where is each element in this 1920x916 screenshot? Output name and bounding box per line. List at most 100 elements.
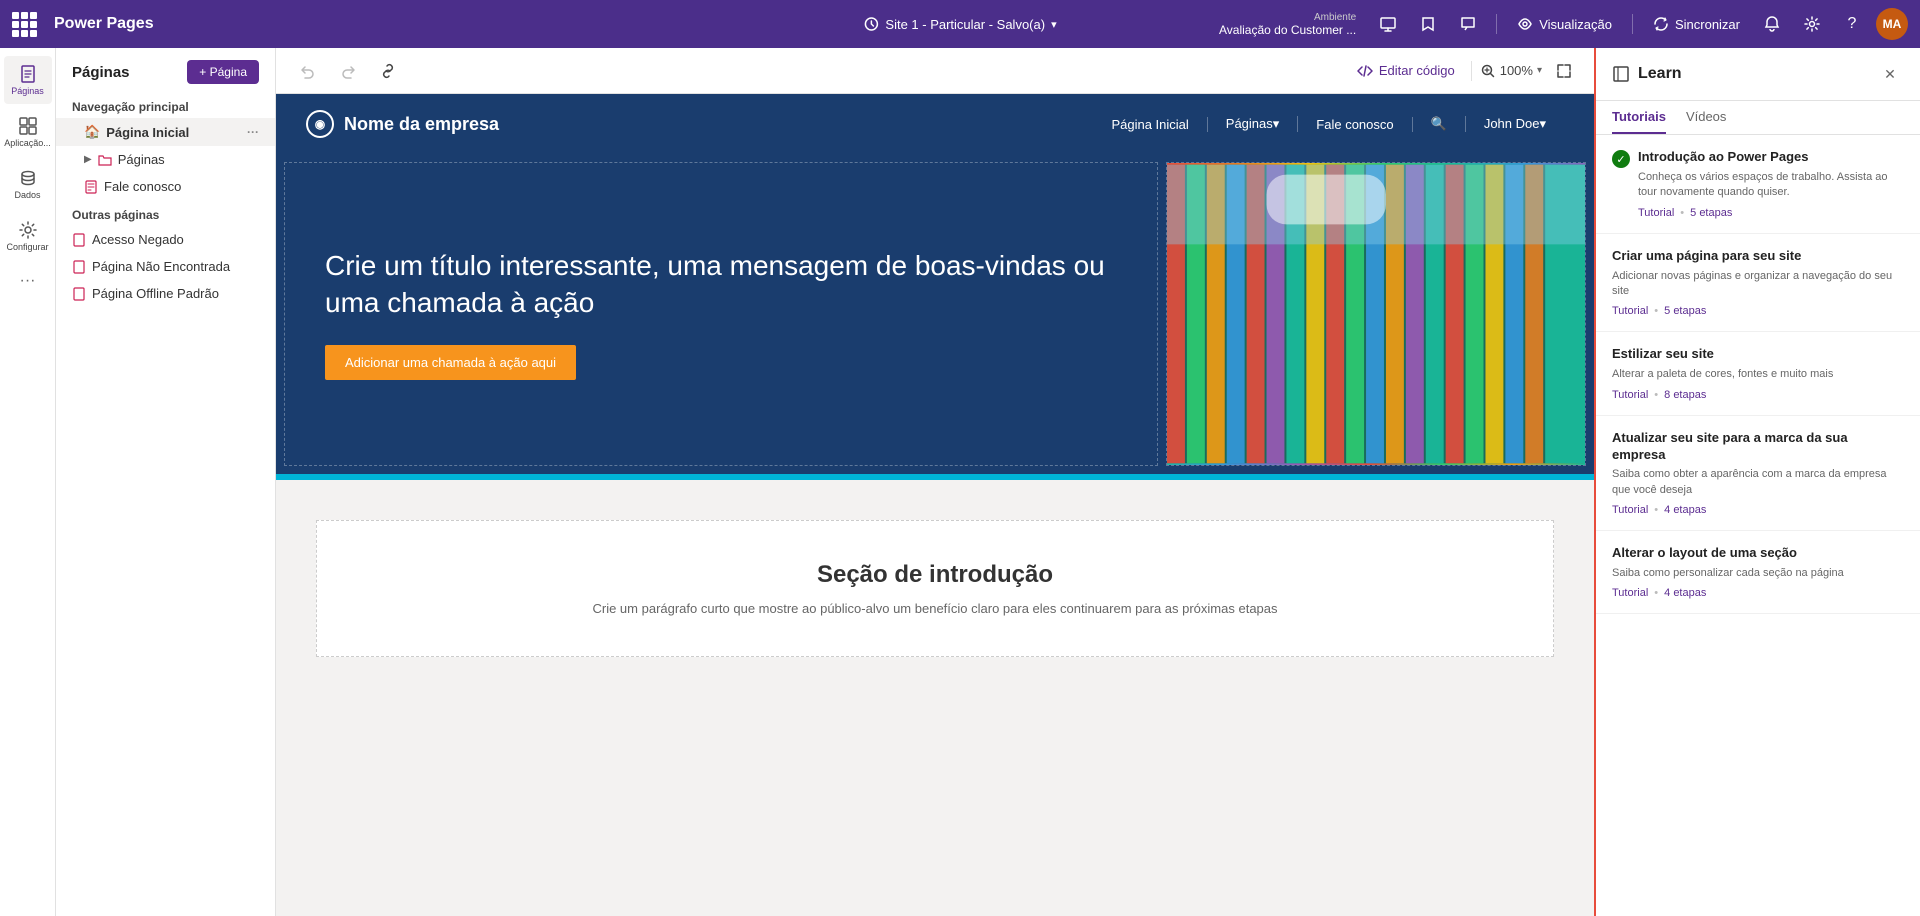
nav-item-label-offline-padrao: Página Offline Padrão	[92, 286, 219, 301]
nav-item-acesso-negado[interactable]: Acesso Negado	[56, 226, 275, 253]
sidebar-configure-label: Configurar	[6, 242, 48, 253]
folder-icon-paginas	[98, 153, 112, 167]
tutorial-meta-2: Tutorial • 8 etapas	[1612, 389, 1904, 401]
edit-code-label: Editar código	[1379, 63, 1455, 78]
tutorial-meta-3: Tutorial • 4 etapas	[1612, 504, 1904, 516]
preview-button[interactable]: Visualização	[1509, 12, 1620, 36]
tutorial-meta-1: Tutorial • 5 etapas	[1612, 305, 1904, 317]
hero-title: Crie um título interessante, uma mensage…	[325, 248, 1117, 321]
environment-info: Ambiente Avaliação do Customer ...	[1219, 12, 1356, 37]
home-icon: 🏠	[84, 124, 100, 140]
site-nav-link-user[interactable]: John Doe▾	[1466, 116, 1564, 132]
tutorial-item-2[interactable]: Estilizar seu site Alterar a paleta de c…	[1596, 332, 1920, 415]
site-nav-link-pages-label: Páginas▾	[1226, 116, 1280, 132]
intro-section[interactable]: Seção de introdução Crie um parágrafo cu…	[316, 520, 1554, 657]
settings-icon[interactable]	[1796, 8, 1828, 40]
notification-icon[interactable]	[1756, 8, 1788, 40]
site-logo-icon: ◉	[306, 110, 334, 138]
learn-tab-tutorials[interactable]: Tutoriais	[1612, 101, 1666, 134]
hero-text-area[interactable]: Crie um título interessante, uma mensage…	[284, 162, 1158, 466]
site-nav-link-home[interactable]: Página Inicial	[1093, 117, 1207, 132]
canvas-area: ◉ Nome da empresa Página Inicial Páginas…	[276, 94, 1594, 916]
edit-code-button[interactable]: Editar código	[1349, 59, 1463, 83]
chat-icon[interactable]	[1452, 8, 1484, 40]
help-icon[interactable]: ?	[1836, 8, 1868, 40]
toolbar-right: Editar código 100% ▾	[1349, 57, 1578, 85]
tutorial-title-0: Introdução ao Power Pages	[1638, 149, 1904, 166]
expand-button[interactable]	[1550, 57, 1578, 85]
intro-wrapper: Seção de introdução Crie um parágrafo cu…	[276, 480, 1594, 697]
tutorial-item-0[interactable]: ✓ Introdução ao Power Pages Conheça os v…	[1596, 135, 1920, 234]
pages-panel: Páginas + Página Navegação principal 🏠 P…	[56, 48, 276, 916]
redo-button[interactable]	[332, 55, 364, 87]
pages-panel-header: Páginas + Página	[56, 48, 275, 92]
nav-item-label-acesso-negado: Acesso Negado	[92, 232, 184, 247]
nav-item-paginas[interactable]: ▶ Páginas	[56, 146, 275, 173]
page-icon-fale-conosco	[84, 180, 98, 194]
top-nav-right: Ambiente Avaliação do Customer ... Visua…	[1219, 8, 1908, 40]
site-nav-link-pages[interactable]: Páginas▾	[1208, 116, 1299, 132]
nav-separator2	[1632, 14, 1633, 34]
undo-button[interactable]	[292, 55, 324, 87]
hero-image-svg	[1167, 163, 1585, 465]
nav-separator	[1496, 14, 1497, 34]
site-logo: ◉ Nome da empresa	[306, 110, 499, 138]
tutorial-item-1[interactable]: Criar uma página para seu site Adicionar…	[1596, 234, 1920, 333]
site-nav-link-home-label: Página Inicial	[1111, 117, 1188, 132]
tutorial-item-4[interactable]: Alterar o layout de uma seção Saiba como…	[1596, 531, 1920, 614]
zoom-control[interactable]: 100% ▾	[1480, 63, 1542, 79]
pages-panel-title: Páginas	[72, 64, 130, 81]
site-info-chevron[interactable]: ▾	[1051, 18, 1057, 31]
nav-item-nao-encontrada[interactable]: Página Não Encontrada	[56, 253, 275, 280]
nav-item-offline-padrao[interactable]: Página Offline Padrão	[56, 280, 275, 307]
tutorial-item-3[interactable]: Atualizar seu site para a marca da sua e…	[1596, 416, 1920, 532]
main-area: Páginas Aplicação... Dados Co	[0, 48, 1920, 916]
app-title: Power Pages	[54, 15, 154, 33]
bookmark-icon[interactable]	[1412, 8, 1444, 40]
sidebar-item-pages[interactable]: Páginas	[4, 56, 52, 104]
sidebar-more-dots[interactable]: ···	[20, 272, 36, 290]
sync-button[interactable]: Sincronizar	[1645, 12, 1748, 36]
second-toolbar: Editar código 100% ▾	[276, 48, 1594, 94]
tutorial-steps-4: 4 etapas	[1664, 587, 1706, 599]
sidebar-item-data[interactable]: Dados	[4, 160, 52, 208]
site-info-text: Site 1 - Particular - Salvo(a)	[885, 17, 1045, 32]
zoom-chevron[interactable]: ▾	[1537, 65, 1542, 76]
sidebar-item-apps[interactable]: Aplicação...	[4, 108, 52, 156]
canvas-content: ◉ Nome da empresa Página Inicial Páginas…	[276, 94, 1594, 697]
user-avatar[interactable]: MA	[1876, 8, 1908, 40]
preview-pages-icon[interactable]	[1372, 8, 1404, 40]
nav-item-pagina-inicial[interactable]: 🏠 Página Inicial ···	[56, 118, 275, 146]
nav-item-fale-conosco[interactable]: Fale conosco	[56, 173, 275, 200]
hero-cta-button[interactable]: Adicionar uma chamada à ação aqui	[325, 345, 576, 380]
tutorial-desc-3: Saiba como obter a aparência com a marca…	[1612, 467, 1904, 498]
site-nav-link-search[interactable]: 🔍	[1413, 116, 1466, 132]
tutorial-meta-0: Tutorial • 5 etapas	[1638, 207, 1904, 219]
tutorial-type-2: Tutorial	[1612, 389, 1648, 401]
tutorial-sep-0: •	[1680, 207, 1684, 219]
link-button[interactable]	[372, 55, 404, 87]
tutorial-steps-0: 5 etapas	[1690, 207, 1732, 219]
toolbar-divider	[1471, 61, 1472, 81]
site-nav-link-contact[interactable]: Fale conosco	[1298, 117, 1412, 132]
learn-tab-videos[interactable]: Vídeos	[1686, 101, 1726, 134]
sidebar-item-configure[interactable]: Configurar	[4, 212, 52, 260]
hero-image-area[interactable]	[1166, 162, 1586, 466]
tutorial-desc-4: Saiba como personalizar cada seção na pá…	[1612, 566, 1904, 581]
learn-close-button[interactable]: ✕	[1876, 60, 1904, 88]
nav-item-label-paginas: Páginas	[118, 152, 165, 167]
add-page-button[interactable]: + Página	[187, 60, 259, 84]
waffle-icon[interactable]	[12, 12, 36, 36]
tutorial-steps-2: 8 etapas	[1664, 389, 1706, 401]
canvas-wrapper: Editar código 100% ▾ ◉	[276, 48, 1594, 916]
page-icon-acesso-negado	[72, 233, 86, 247]
site-info-bar[interactable]: Site 1 - Particular - Salvo(a) ▾	[863, 16, 1056, 32]
site-navbar: ◉ Nome da empresa Página Inicial Páginas…	[276, 94, 1594, 154]
tutorial-desc-0: Conheça os vários espaços de trabalho. A…	[1638, 170, 1904, 201]
top-nav-left: Power Pages	[12, 12, 154, 36]
learn-panel-title: Learn	[1638, 65, 1868, 83]
tutorial-check-0: ✓	[1612, 150, 1630, 168]
nav-item-more-pagina-inicial[interactable]: ···	[247, 125, 259, 139]
site-nav-link-user-label: John Doe▾	[1484, 116, 1546, 132]
top-navigation: Power Pages Site 1 - Particular - Salvo(…	[0, 0, 1920, 48]
